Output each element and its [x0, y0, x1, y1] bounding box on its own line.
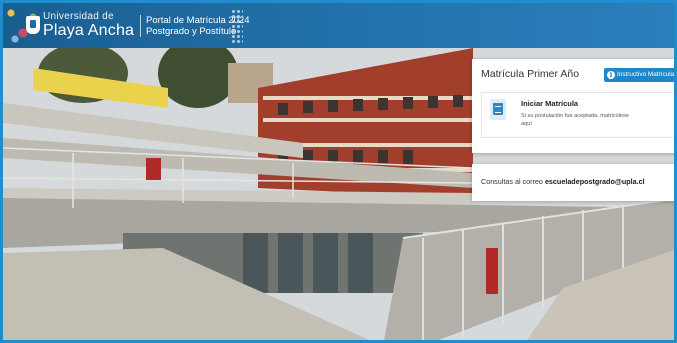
university-logo-icon[interactable]	[26, 16, 40, 34]
contact-text: Consultas al correo escueladepostgrado@u…	[481, 177, 645, 186]
contact-panel: Consultas al correo escueladepostgrado@u…	[472, 164, 674, 201]
panel-title: Matrícula Primer Año	[481, 68, 580, 80]
info-icon	[607, 68, 615, 82]
page-frame: Universidad de Playa Ancha Portal de Mat…	[0, 0, 677, 343]
start-enrollment-title: Iniciar Matrícula	[521, 99, 579, 108]
contact-email-link[interactable]: escueladepostgrado@upla.cl	[545, 177, 645, 186]
contact-prefix: Consultas al correo	[481, 177, 543, 186]
header-bar: Universidad de Playa Ancha Portal de Mat…	[3, 3, 674, 48]
instructivo-button-label: Instructivo Matrícula	[617, 71, 675, 78]
brand-line2: Playa Ancha	[43, 22, 135, 39]
header-dots-decoration	[231, 9, 243, 43]
document-icon	[490, 99, 506, 120]
start-enrollment-description: Si su postulación fue aceptada, matricúl…	[521, 113, 629, 128]
instructivo-button[interactable]: Instructivo Matrícula	[604, 68, 675, 82]
header-divider	[140, 15, 141, 37]
start-enrollment-card[interactable]: Iniciar Matrícula Si su postulación fue …	[481, 92, 674, 138]
university-brand[interactable]: Universidad de Playa Ancha	[43, 12, 134, 39]
enrollment-panel: Matrícula Primer Año Instructivo Matrícu…	[472, 59, 675, 153]
brand-line1: Universidad de	[43, 11, 114, 22]
